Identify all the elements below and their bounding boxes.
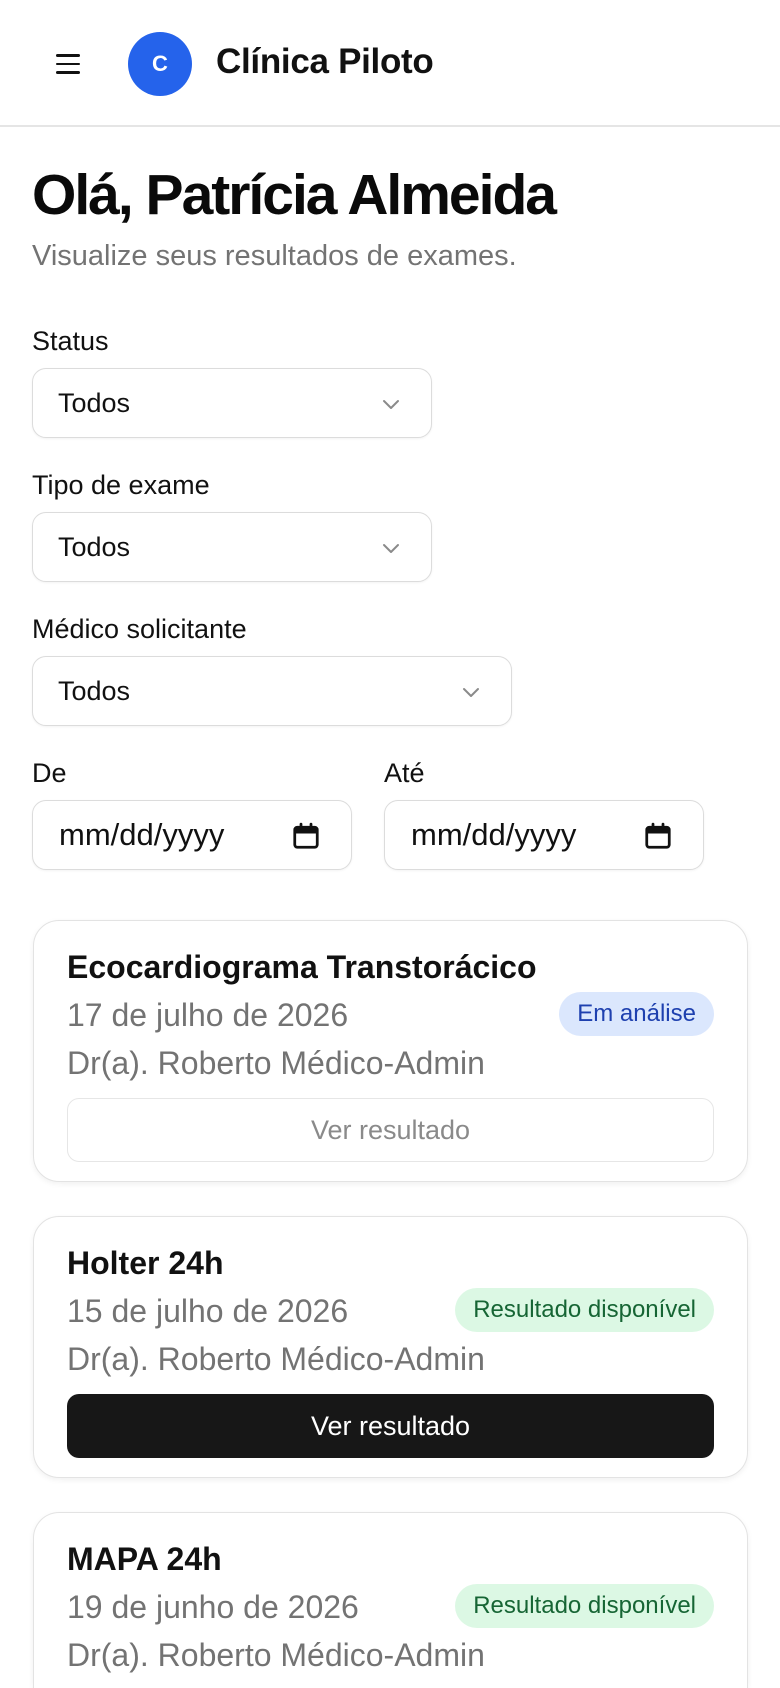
menu-icon[interactable] xyxy=(46,44,90,84)
date-from-input[interactable]: mm/dd/yyyy xyxy=(32,800,352,870)
exam-title: Holter 24h xyxy=(67,1245,224,1281)
view-result-button[interactable]: Ver resultado xyxy=(67,1098,714,1162)
exam-type-filter-value: Todos xyxy=(58,531,131,562)
app-header: C Clínica Piloto xyxy=(0,0,780,127)
date-from-label: De xyxy=(32,758,67,788)
exam-doctor: Dr(a). Roberto Médico-Admin xyxy=(67,1341,485,1377)
page-subtitle: Visualize seus resultados de exames. xyxy=(32,240,517,272)
calendar-icon[interactable] xyxy=(643,821,673,851)
exam-doctor: Dr(a). Roberto Médico-Admin xyxy=(67,1045,485,1081)
exam-date: 17 de julho de 2026 xyxy=(67,997,349,1033)
doctor-filter-select[interactable]: Todos xyxy=(32,656,512,726)
exam-title: MAPA 24h xyxy=(67,1541,222,1577)
date-to-placeholder: mm/dd/yyyy xyxy=(411,817,577,852)
status-badge: Resultado disponível xyxy=(455,1584,714,1628)
menu-icon-line xyxy=(56,71,80,74)
date-to-input[interactable]: mm/dd/yyyy xyxy=(384,800,704,870)
view-result-button[interactable]: Ver resultado xyxy=(67,1394,714,1458)
exam-title: Ecocardiograma Transtorácico xyxy=(67,949,537,985)
exam-card: Holter 24h 15 de julho de 2026 Resultado… xyxy=(33,1216,748,1478)
chevron-down-icon xyxy=(463,688,479,697)
exam-type-filter-label: Tipo de exame xyxy=(32,470,210,500)
status-filter-value: Todos xyxy=(58,387,131,418)
page-title: Olá, Patrícia Almeida xyxy=(32,163,557,227)
exam-card: MAPA 24h 19 de junho de 2026 Resultado d… xyxy=(33,1512,748,1688)
exam-date: 15 de julho de 2026 xyxy=(67,1293,349,1329)
doctor-filter-value: Todos xyxy=(58,675,131,706)
date-to-label: Até xyxy=(384,758,425,788)
exam-type-filter-select[interactable]: Todos xyxy=(32,512,432,582)
clinic-logo: C xyxy=(128,32,192,96)
doctor-filter-label: Médico solicitante xyxy=(32,614,247,644)
exam-doctor: Dr(a). Roberto Médico-Admin xyxy=(67,1637,485,1673)
status-filter-select[interactable]: Todos xyxy=(32,368,432,438)
status-badge: Resultado disponível xyxy=(455,1288,714,1332)
menu-icon-line xyxy=(56,62,80,66)
menu-icon-line xyxy=(56,54,80,57)
chevron-down-icon xyxy=(383,544,399,553)
date-from-placeholder: mm/dd/yyyy xyxy=(59,817,225,852)
clinic-name: Clínica Piloto xyxy=(216,42,434,81)
chevron-down-icon xyxy=(383,400,399,409)
status-filter-label: Status xyxy=(32,326,109,356)
status-badge: Em análise xyxy=(559,992,714,1036)
calendar-icon[interactable] xyxy=(291,821,321,851)
exam-date: 19 de junho de 2026 xyxy=(67,1589,359,1625)
exam-card: Ecocardiograma Transtorácico 17 de julho… xyxy=(33,920,748,1182)
